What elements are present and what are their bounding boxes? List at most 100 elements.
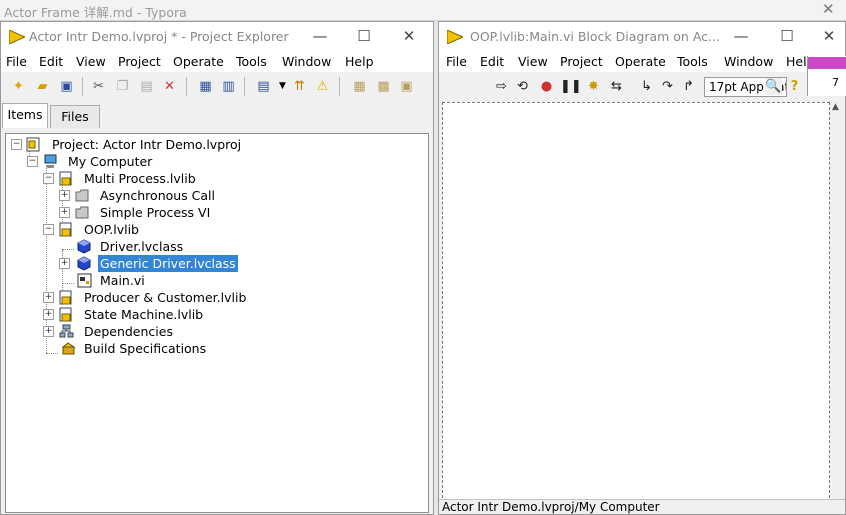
menu-operate[interactable]: Operate <box>615 54 666 69</box>
menu-help[interactable]: Help <box>345 54 374 69</box>
expand-icon[interactable]: + <box>59 190 70 201</box>
library-icon <box>59 290 72 305</box>
menu-project[interactable]: Project <box>118 54 161 69</box>
tree-item-label: Project: Actor Intr Demo.lvproj <box>52 137 242 152</box>
menu-bar: File Edit View Project Operate Tools Win… <box>1 51 433 72</box>
labview-app-icon <box>447 30 463 44</box>
menu-window[interactable]: Window <box>282 54 331 69</box>
tree-item-build-specifications[interactable]: Build Specifications <box>6 340 426 357</box>
toolbar-separator <box>339 77 340 96</box>
expand-icon[interactable]: + <box>43 326 54 337</box>
build-spec-icon <box>61 342 76 355</box>
expand-icon[interactable]: + <box>43 292 54 303</box>
minimize-button[interactable]: — <box>302 25 338 47</box>
expand-icon[interactable]: + <box>59 258 70 269</box>
view-options-icon[interactable]: ▤ <box>255 78 272 95</box>
menu-view[interactable]: View <box>518 54 548 69</box>
menu-window[interactable]: Window <box>724 54 773 69</box>
minimize-button[interactable]: — <box>723 25 759 47</box>
project-properties-icon[interactable]: ▦ <box>197 78 214 95</box>
copy-icon[interactable]: ❐ <box>114 78 131 95</box>
help-icon[interactable]: ? <box>786 78 803 95</box>
step-over-icon[interactable]: ↷ <box>659 78 676 95</box>
background-close-icon[interactable]: ✕ <box>822 0 835 18</box>
menu-view[interactable]: View <box>76 54 106 69</box>
block-diagram-window: OOP.lvlib:Main.vi Block Diagram on Ac...… <box>438 21 846 515</box>
tree-item-generic-driver-class[interactable]: + Generic Driver.lvclass <box>6 255 426 272</box>
build-all-icon[interactable]: ▣ <box>398 78 415 95</box>
tree-item-my-computer[interactable]: − My Computer <box>6 153 426 170</box>
new-icon[interactable]: ✦ <box>10 78 27 95</box>
menu-edit[interactable]: Edit <box>480 54 504 69</box>
tree-item-label: Multi Process.lvlib <box>84 171 196 186</box>
class-icon <box>77 256 91 271</box>
collapse-icon[interactable]: − <box>27 156 38 167</box>
project-icon <box>26 137 40 152</box>
close-button[interactable]: ✕ <box>811 25 845 47</box>
tree-item-main-vi[interactable]: Main.vi <box>6 272 426 289</box>
tree-item-simple-process-vi[interactable]: + Simple Process VI <box>6 204 426 221</box>
tree-item-label: My Computer <box>68 154 153 169</box>
menu-file[interactable]: File <box>6 54 27 69</box>
deploy-icon[interactable]: ▩ <box>375 78 392 95</box>
tree-item-multi-process[interactable]: − Multi Process.lvlib <box>6 170 426 187</box>
menu-project[interactable]: Project <box>560 54 603 69</box>
collapse-icon[interactable]: − <box>43 224 54 235</box>
run-arrow-icon[interactable]: ⇨ <box>493 78 510 95</box>
tree-item-asynchronous-call[interactable]: + Asynchronous Call <box>6 187 426 204</box>
warning-icon[interactable]: ⚠ <box>314 78 331 95</box>
tab-files[interactable]: Files <box>50 105 100 128</box>
paste-icon[interactable]: ▤ <box>138 78 155 95</box>
menu-operate[interactable]: Operate <box>173 54 224 69</box>
build-icon[interactable]: ▦ <box>351 78 368 95</box>
tree-item-dependencies[interactable]: + Dependencies <box>6 323 426 340</box>
run-continuously-icon[interactable]: ⟲ <box>514 78 531 95</box>
retain-wire-values-icon[interactable]: ⇆ <box>608 78 625 95</box>
dependency-icon[interactable]: ⇈ <box>291 78 308 95</box>
expand-icon[interactable]: + <box>59 207 70 218</box>
block-diagram-canvas[interactable] <box>442 102 830 503</box>
vi-icon <box>77 273 92 288</box>
folder-icon <box>75 189 89 202</box>
open-icon[interactable]: ▰ <box>34 78 51 95</box>
tree-item-producer-customer[interactable]: + Producer & Customer.lvlib <box>6 289 426 306</box>
abort-icon[interactable]: ● <box>538 78 555 95</box>
tree-item-label: Simple Process VI <box>100 205 211 220</box>
vertical-scrollbar[interactable]: ▲ <box>831 102 843 501</box>
search-icon[interactable]: 🔍 <box>765 78 782 95</box>
highlight-execution-icon[interactable]: ✸ <box>585 78 602 95</box>
menu-edit[interactable]: Edit <box>39 54 63 69</box>
project-tree: − Project: Actor Intr Demo.lvproj − My C… <box>5 133 429 513</box>
tree-item-label: OOP.lvlib <box>84 222 139 237</box>
tree-item-oop-lvlib[interactable]: − OOP.lvlib <box>6 221 426 238</box>
step-into-icon[interactable]: ↳ <box>638 78 655 95</box>
tree-item-label: State Machine.lvlib <box>84 307 204 322</box>
tree-item-project[interactable]: − Project: Actor Intr Demo.lvproj <box>6 136 426 153</box>
maximize-button[interactable]: ☐ <box>769 25 805 47</box>
tree-item-state-machine[interactable]: + State Machine.lvlib <box>6 306 426 323</box>
chevron-down-icon[interactable]: ▼ <box>274 78 291 95</box>
window-title: OOP.lvlib:Main.vi Block Diagram on Ac... <box>470 29 720 44</box>
tab-items[interactable]: Items <box>2 103 48 128</box>
save-project-icon[interactable]: ▥ <box>220 78 237 95</box>
collapse-icon[interactable]: − <box>11 139 22 150</box>
expand-icon[interactable]: + <box>43 309 54 320</box>
pause-icon[interactable]: ❚❚ <box>560 78 582 95</box>
menu-tools[interactable]: Tools <box>236 54 267 69</box>
block-diagram-titlebar: OOP.lvlib:Main.vi Block Diagram on Ac...… <box>439 22 845 51</box>
labview-app-icon <box>9 30 25 44</box>
collapse-icon[interactable]: − <box>43 173 54 184</box>
cut-icon[interactable]: ✂ <box>90 78 107 95</box>
delete-icon[interactable]: ✕ <box>161 78 178 95</box>
close-button[interactable]: ✕ <box>391 25 427 47</box>
maximize-button[interactable]: ☐ <box>346 25 382 47</box>
save-all-icon[interactable]: ▣ <box>58 78 75 95</box>
step-out-icon[interactable]: ↱ <box>680 78 697 95</box>
library-icon <box>59 171 72 186</box>
dependencies-icon <box>59 324 74 338</box>
menu-tools[interactable]: Tools <box>677 54 708 69</box>
scroll-up-icon[interactable]: ▲ <box>832 102 839 112</box>
status-bar: Actor Intr Demo.lvproj/My Computer <box>439 499 845 514</box>
tree-item-driver-class[interactable]: Driver.lvclass <box>6 238 426 255</box>
menu-file[interactable]: File <box>446 54 467 69</box>
